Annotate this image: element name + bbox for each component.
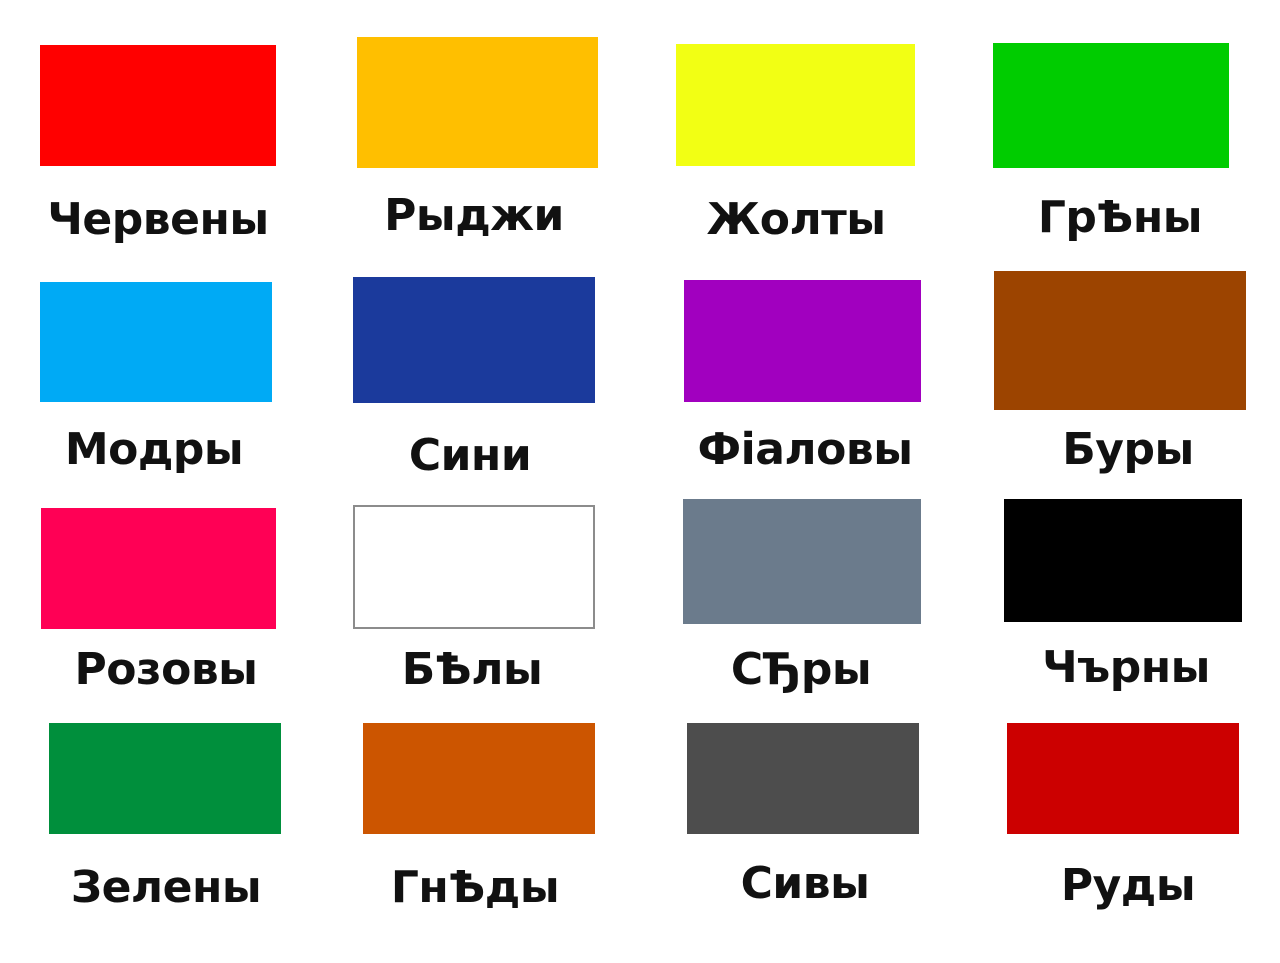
- color-label-2: Рыджи: [384, 190, 564, 241]
- color-swatch-9: [41, 508, 276, 629]
- color-label-9: Розовы: [74, 644, 258, 695]
- color-swatch-2: [357, 37, 598, 168]
- color-label-11: СЂры: [730, 644, 872, 695]
- color-label-6: Сини: [408, 430, 532, 481]
- color-swatch-1: [40, 45, 276, 166]
- color-label-7: Фіаловы: [697, 424, 914, 475]
- color-swatch-7: [684, 280, 921, 402]
- color-swatch-14: [363, 723, 595, 834]
- color-label-8: Буры: [1062, 424, 1194, 475]
- color-swatch-4: [993, 43, 1229, 168]
- color-swatch-5: [40, 282, 272, 402]
- color-swatch-12: [1004, 499, 1242, 622]
- color-swatch-16: [1007, 723, 1239, 834]
- color-label-12: Чърны: [1042, 642, 1210, 693]
- color-label-16: Руды: [1060, 860, 1196, 911]
- color-label-3: Жолты: [706, 194, 886, 245]
- color-label-13: Зелены: [70, 862, 262, 913]
- color-chart: Червены Рыджи Жолты ГрѢны Модры Сини Фіа…: [0, 0, 1280, 963]
- color-swatch-8: [994, 271, 1246, 410]
- color-label-14: ГнѢды: [390, 862, 560, 913]
- color-label-5: Модры: [64, 424, 244, 475]
- color-label-4: ГрѢны: [1037, 192, 1203, 243]
- color-swatch-11: [683, 499, 921, 624]
- color-swatch-3: [676, 44, 915, 166]
- color-label-10: БѢлы: [401, 644, 543, 695]
- color-label-15: Сивы: [740, 858, 870, 909]
- color-label-1: Червены: [47, 194, 269, 245]
- color-swatch-13: [49, 723, 281, 834]
- color-swatch-6: [353, 277, 595, 403]
- color-swatch-15: [687, 723, 919, 834]
- color-swatch-10: [353, 505, 595, 629]
